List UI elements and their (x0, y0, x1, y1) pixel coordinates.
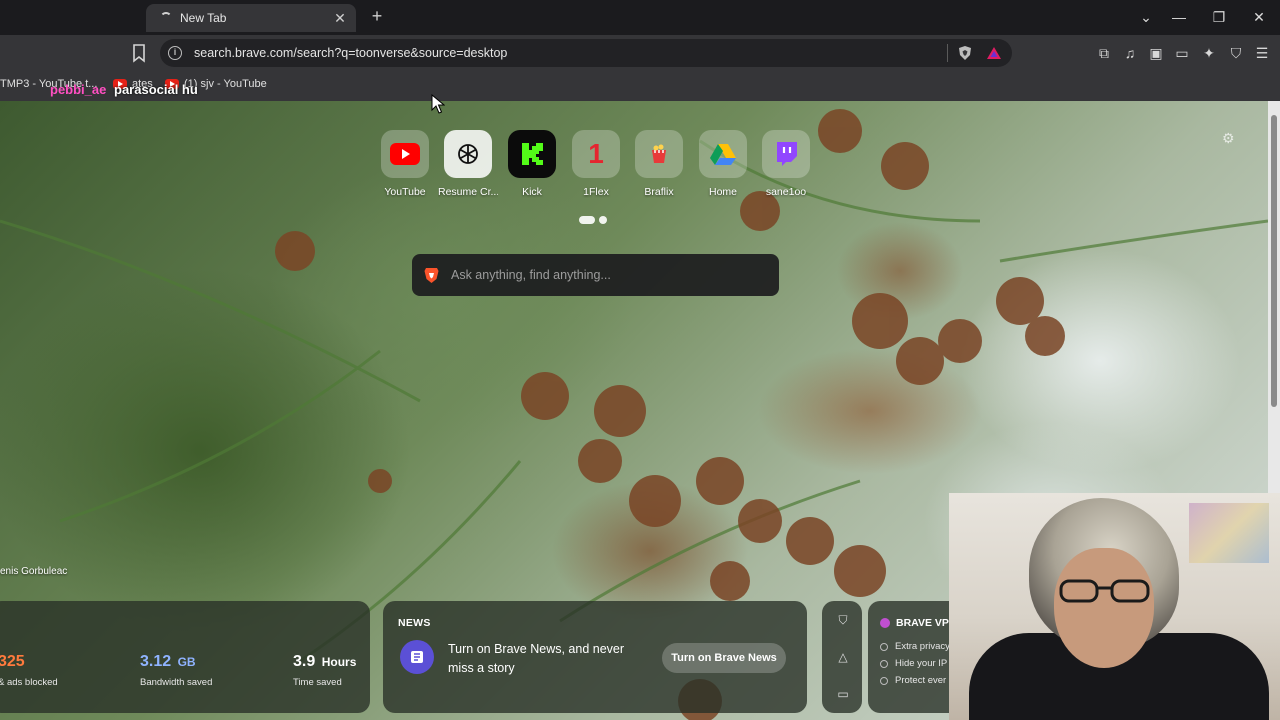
turn-on-news-button[interactable]: Turn on Brave News (662, 643, 786, 673)
news-text: Turn on Brave News, and never miss a sto… (448, 642, 625, 675)
page-dot[interactable] (599, 216, 607, 224)
openai-icon (444, 130, 492, 178)
top-sites-pagination (579, 216, 607, 224)
news-widget: NEWS Turn on Brave News, and never miss … (383, 601, 807, 713)
glasses (1059, 579, 1150, 603)
vpn-feature-label: Extra privacy (895, 641, 950, 652)
minimize-button[interactable]: — (1167, 6, 1191, 28)
time-label: Time saved (293, 677, 342, 688)
top-site-home[interactable]: Home (693, 130, 753, 198)
vpn-title: BRAVE VP (896, 617, 949, 629)
vpn-feature-label: Hide your IP (895, 658, 948, 669)
sidebar-toggle-icon[interactable]: ▣ (1147, 44, 1165, 62)
wall-poster (1189, 503, 1269, 563)
google-drive-icon (699, 130, 747, 178)
blocked-label: & ads blocked (0, 677, 58, 688)
wallet-icon[interactable]: ▭ (1173, 44, 1191, 62)
top-site-youtube[interactable]: YouTube (375, 130, 435, 198)
news-header: NEWS (398, 617, 431, 629)
vpn-title-row: BRAVE VP (880, 617, 949, 629)
top-site-label: Resume Cr... (438, 186, 498, 198)
url-text[interactable]: search.brave.com/search?q=toonverse&sour… (194, 46, 947, 60)
tab-title: New Tab (180, 11, 227, 25)
rewards-widget-icon[interactable]: △ (836, 650, 850, 664)
kick-icon (508, 130, 556, 178)
vpn-feature: Protect ever (880, 675, 946, 686)
extensions-icon[interactable]: ⧉ (1095, 44, 1113, 62)
stats-widget: 325 & ads blocked 3.12 GB Bandwidth save… (0, 601, 370, 713)
top-site-1flex[interactable]: 1 1Flex (566, 130, 626, 198)
top-site-braflix[interactable]: Braflix (629, 130, 689, 198)
new-tab-button[interactable]: + (367, 6, 387, 26)
top-site-resume[interactable]: Resume Cr... (438, 130, 498, 198)
brave-rewards-icon[interactable] (986, 46, 1002, 60)
address-bar[interactable]: i search.brave.com/search?q=toonverse&so… (160, 39, 1012, 67)
media-music-icon[interactable]: ♫ (1121, 44, 1139, 62)
check-icon (880, 676, 888, 685)
person-face (1054, 548, 1154, 668)
time-value: 3.9 (293, 653, 316, 670)
page-dot-active[interactable] (579, 216, 595, 224)
settings-gear-icon[interactable]: ⚙ (1222, 130, 1240, 148)
top-site-sane1oo[interactable]: sane1oo (756, 130, 816, 198)
tab-strip: New Tab ✕ + ⌄ — ❐ ✕ (0, 0, 1280, 35)
youtube-icon (381, 130, 429, 178)
vpn-shield-icon[interactable]: ⛉ (1227, 44, 1245, 62)
vpn-feature-label: Protect ever (895, 675, 947, 686)
tab-new-tab[interactable]: New Tab ✕ (146, 4, 356, 32)
time-unit: Hours (321, 655, 357, 669)
menu-icon[interactable]: ☰ (1253, 44, 1271, 62)
vpn-feature: Extra privacy (880, 641, 950, 652)
search-placeholder: Ask anything, find anything... (451, 268, 611, 282)
twitch-icon (762, 130, 810, 178)
stream-overlay-username: pebbi_ae (50, 82, 107, 97)
braflix-icon (635, 130, 683, 178)
mouse-cursor-icon (431, 94, 445, 114)
vpn-logo-icon (880, 618, 890, 628)
top-site-kick[interactable]: Kick (502, 130, 562, 198)
bookmark-icon[interactable] (130, 43, 148, 63)
stat-bandwidth: 3.12 GB Bandwidth saved (140, 653, 212, 688)
blocked-value: 325 (0, 653, 25, 670)
top-site-label: Braflix (644, 186, 674, 198)
close-window-button[interactable]: ✕ (1247, 6, 1271, 28)
widget-switcher: ⛉ △ ▭ (822, 601, 862, 713)
vpn-feature: Hide your IP (880, 658, 947, 669)
check-icon (880, 659, 888, 668)
top-site-label: Kick (522, 186, 542, 198)
bandwidth-label: Bandwidth saved (140, 677, 213, 688)
webcam-overlay (949, 493, 1280, 720)
maximize-button[interactable]: ❐ (1207, 6, 1231, 28)
leo-ai-icon[interactable]: ✦ (1200, 44, 1218, 62)
vpn-widget-icon[interactable]: ⛉ (836, 613, 850, 627)
top-site-label: Home (708, 186, 737, 198)
search-box[interactable]: Ask anything, find anything... (412, 254, 779, 296)
talk-widget-icon[interactable]: ▭ (836, 687, 850, 701)
browser-window: New Tab ✕ + ⌄ — ❐ ✕ i search.brave.com/s… (0, 0, 1280, 720)
vpn-widget: BRAVE VP Extra privacy Hide your IP Prot… (868, 601, 958, 713)
top-site-label: YouTube (384, 186, 426, 198)
stat-blocked: 325 & ads blocked (0, 653, 58, 688)
top-site-label: 1Flex (583, 186, 609, 198)
toolbar: i search.brave.com/search?q=toonverse&so… (0, 35, 1280, 71)
scrollbar-thumb[interactable] (1271, 115, 1277, 407)
loading-spinner-icon (160, 12, 172, 24)
stream-overlay-title: parasocial hu (114, 82, 198, 97)
bandwidth-value: 3.12 (140, 653, 172, 670)
1flex-icon: 1 (572, 130, 620, 178)
site-info-icon[interactable]: i (168, 46, 182, 60)
brave-logo-icon (424, 267, 439, 283)
brave-shields-icon[interactable] (958, 45, 972, 61)
top-site-label: sane1oo (765, 186, 807, 198)
bandwidth-unit: GB (177, 655, 196, 669)
news-icon (400, 640, 434, 674)
close-tab-icon[interactable]: ✕ (332, 10, 348, 26)
photo-credit[interactable]: enis Gorbuleac (0, 566, 67, 577)
url-divider (947, 44, 948, 62)
stat-time: 3.9 Hours Time saved (293, 653, 356, 688)
tab-search-chevron-icon[interactable]: ⌄ (1134, 6, 1158, 28)
check-icon (880, 642, 888, 651)
